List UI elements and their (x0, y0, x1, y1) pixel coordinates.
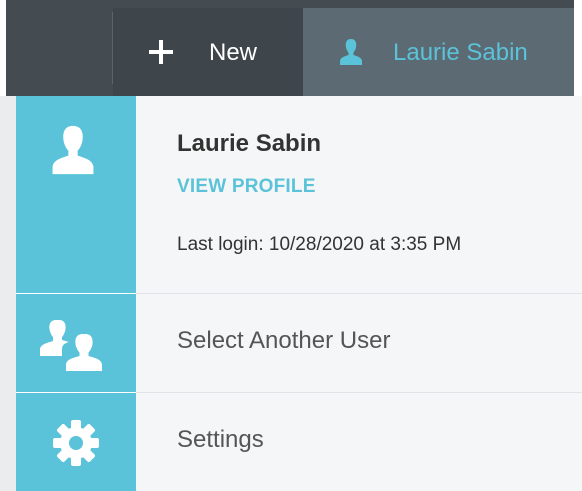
select-user-icon-cell (16, 294, 136, 392)
settings-icon-cell (16, 393, 136, 491)
user-name-label: Laurie Sabin (393, 39, 528, 66)
view-profile-link[interactable]: VIEW PROFILE (177, 176, 316, 198)
user-icon (340, 39, 362, 65)
top-bar: New Laurie Sabin (0, 0, 582, 96)
profile-section: Laurie Sabin VIEW PROFILE Last login: 10… (16, 96, 582, 293)
select-another-user-item[interactable]: Select Another User (16, 294, 582, 392)
user-dropdown-panel: Laurie Sabin VIEW PROFILE Last login: 10… (0, 96, 582, 491)
new-button[interactable]: New (113, 8, 303, 96)
select-another-user-label: Select Another User (177, 327, 391, 354)
last-login-text: Last login: 10/28/2020 at 3:35 PM (177, 234, 462, 255)
user-icon (52, 125, 94, 175)
users-icon (40, 320, 102, 371)
settings-label: Settings (177, 426, 264, 453)
profile-icon-cell (16, 96, 136, 293)
plus-icon (149, 40, 173, 64)
settings-item[interactable]: Settings (16, 393, 582, 491)
gear-icon (53, 420, 99, 466)
new-button-label: New (209, 39, 258, 66)
profile-name: Laurie Sabin (177, 130, 322, 157)
user-menu-button[interactable]: Laurie Sabin (303, 8, 574, 96)
